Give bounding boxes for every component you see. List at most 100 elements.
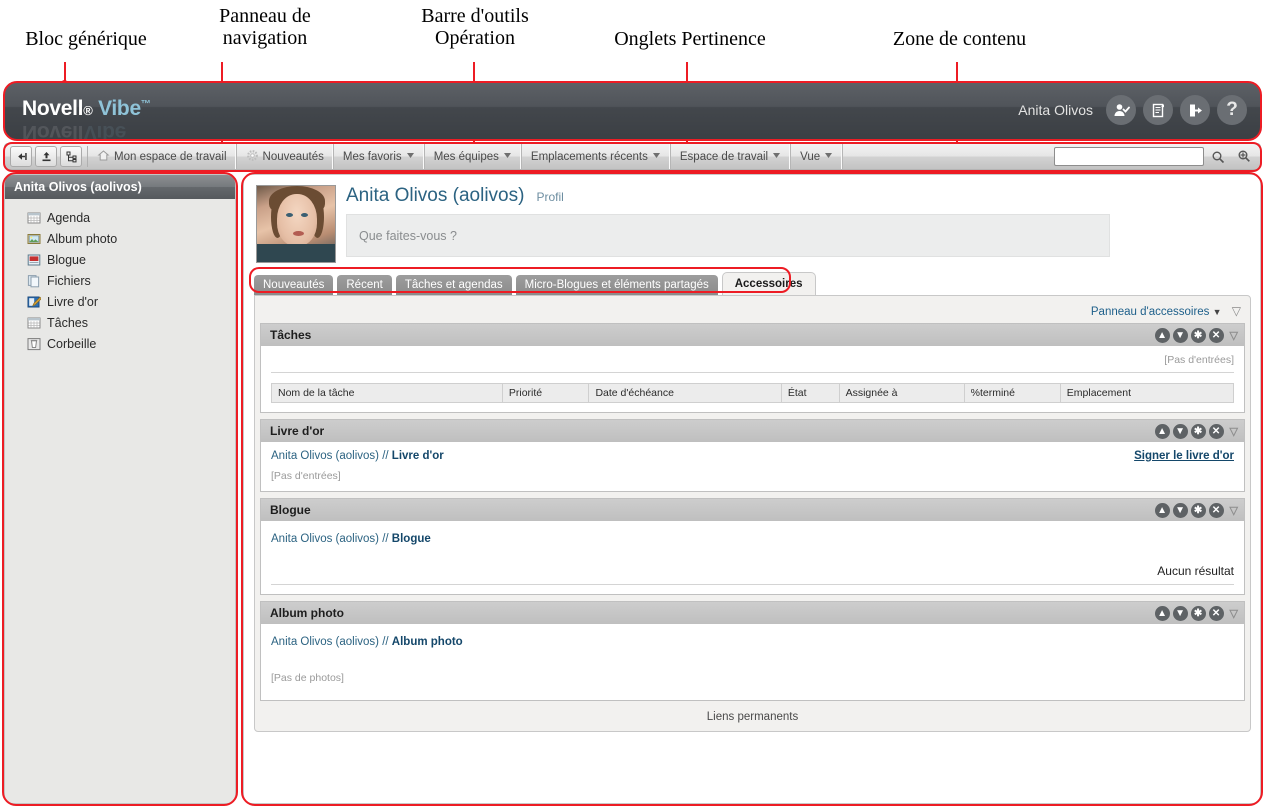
move-down-icon[interactable]: ▼ — [1172, 605, 1188, 621]
configure-icon[interactable]: ✱ — [1190, 327, 1206, 343]
magnifier-icon[interactable] — [1206, 146, 1230, 167]
sidebar-item-agenda[interactable]: Agenda — [27, 207, 235, 228]
trash-icon — [27, 337, 41, 351]
tree-view-icon[interactable] — [60, 146, 82, 167]
collapse-caret-icon[interactable]: ▽ — [1232, 304, 1241, 318]
nav-item-mes-favoris[interactable]: Mes favoris — [334, 144, 425, 169]
breadcrumb[interactable]: Anita Olivos (aolivos) // Blogue — [271, 533, 431, 545]
configure-icon[interactable]: ✱ — [1190, 423, 1206, 439]
nav-item-vue[interactable]: Vue — [791, 144, 844, 169]
tab-recent[interactable]: Récent — [337, 275, 392, 295]
configure-icon[interactable]: ✱ — [1190, 502, 1206, 518]
nav-item-espace-de-travail[interactable]: Espace de travail — [671, 144, 792, 169]
profile-link[interactable]: Profil — [536, 190, 563, 204]
panel-title: Tâches — [270, 328, 312, 342]
accessories-panel-link[interactable]: Panneau d'accessoires — [1091, 306, 1210, 318]
chevron-down-icon — [824, 151, 833, 162]
panel-crumb-row: Anita Olivos (aolivos) // Livre d'or Sig… — [271, 450, 1234, 462]
move-down-icon[interactable]: ▼ — [1172, 423, 1188, 439]
sidebar-item-taches[interactable]: Tâches — [27, 312, 235, 333]
table-column-header: Priorité — [501, 383, 590, 403]
clipboard-arrow-icon[interactable] — [1143, 95, 1173, 125]
tab-accessoires[interactable]: Accessoires — [721, 272, 816, 295]
close-icon[interactable]: ✕ — [1208, 327, 1224, 343]
logo-vibe-text: Vibe — [98, 97, 141, 120]
move-up-icon[interactable]: ▲ — [1154, 423, 1170, 439]
tab-nouveautes[interactable]: Nouveautés — [254, 275, 334, 295]
chevron-down-icon — [652, 151, 661, 162]
breadcrumb-current: Album photo — [391, 636, 463, 648]
navbar-spacer — [843, 144, 1054, 169]
sidebar-item-fichiers[interactable]: Fichiers — [27, 270, 235, 291]
chevron-down-icon — [772, 151, 781, 162]
nav-label: Emplacements récents — [530, 150, 648, 163]
navigation-sidebar: Anita Olivos (aolivos) Agenda Album phot… — [4, 174, 236, 804]
photo-icon — [27, 232, 41, 246]
callout-bloc-generique: Bloc générique — [25, 28, 147, 50]
configure-icon[interactable]: ✱ — [1190, 605, 1206, 621]
move-down-icon[interactable]: ▼ — [1172, 502, 1188, 518]
nav-label: Vue — [800, 150, 821, 163]
logo-tm-mark: ™ — [140, 99, 151, 110]
guestbook-icon — [27, 295, 42, 309]
permalinks-label[interactable]: Liens permanents — [260, 711, 1245, 723]
search-input[interactable] — [1054, 147, 1204, 166]
move-up-icon[interactable]: ▲ — [1154, 327, 1170, 343]
collapse-caret-icon[interactable]: ▽ — [1230, 607, 1238, 620]
panel-title: Livre d'or — [270, 424, 325, 438]
logo-reflection-novell: Novell — [22, 121, 84, 140]
sidebar-title: Anita Olivos (aolivos) — [5, 175, 235, 199]
sidebar-item-livre-dor[interactable]: Livre d'or — [27, 291, 235, 312]
panel-empty-text: [Pas de photos] — [271, 672, 344, 684]
breadcrumb-current: Blogue — [391, 533, 431, 545]
nav-item-nouveautes[interactable]: Nouveautés — [237, 144, 334, 169]
user-check-icon[interactable] — [1106, 95, 1136, 125]
panel-taches: Tâches ▲ ▼ ✱ ✕ ▽ [Pas d'entrées] Nom de … — [260, 323, 1245, 413]
collapse-caret-icon[interactable]: ▽ — [1230, 425, 1238, 438]
breadcrumb-current: Livre d'or — [391, 450, 444, 462]
move-up-icon[interactable]: ▲ — [1154, 502, 1170, 518]
upload-icon[interactable] — [35, 146, 57, 167]
sidebar-item-label: Agenda — [47, 210, 91, 225]
table-column-header: Emplacement — [1059, 383, 1235, 403]
tab-taches-et-agendas[interactable]: Tâches et agendas — [395, 275, 512, 295]
table-column-header: %terminé — [963, 383, 1061, 403]
close-icon[interactable]: ✕ — [1208, 605, 1224, 621]
status-input[interactable]: Que faites-vous ? — [346, 214, 1110, 257]
panel-title: Album photo — [270, 606, 344, 620]
files-icon — [27, 274, 41, 288]
back-arrow-icon[interactable] — [10, 146, 32, 167]
sign-guestbook-link[interactable]: Signer le livre d'or — [1134, 450, 1234, 462]
sidebar-item-corbeille[interactable]: Corbeille — [27, 333, 235, 354]
panel-body: Anita Olivos (aolivos) // Album photo [P… — [261, 624, 1244, 700]
breadcrumb[interactable]: Anita Olivos (aolivos) // Livre d'or — [271, 450, 444, 462]
table-column-header: Assignée à — [838, 383, 965, 403]
chevron-down-icon[interactable]: ▼ — [1213, 307, 1222, 317]
sidebar-item-list: Agenda Album photo Blogue Fichiers Livre… — [5, 199, 235, 354]
logout-icon[interactable] — [1180, 95, 1210, 125]
close-icon[interactable]: ✕ — [1208, 423, 1224, 439]
sidebar-item-label: Livre d'or — [47, 294, 99, 309]
breadcrumb[interactable]: Anita Olivos (aolivos) // Album photo — [271, 636, 463, 648]
page-title: Anita Olivos (aolivos) Profil — [346, 185, 1260, 207]
nav-label: Mes équipes — [433, 150, 499, 163]
header-user-name: Anita Olivos — [1018, 102, 1093, 118]
move-up-icon[interactable]: ▲ — [1154, 605, 1170, 621]
magnifier-plus-icon[interactable] — [1232, 146, 1256, 167]
panel-body: Anita Olivos (aolivos) // Blogue Aucun r… — [261, 521, 1244, 594]
callout-barre-outils: Barre d'outils Opération — [421, 5, 529, 50]
nav-item-emplacements-recents[interactable]: Emplacements récents — [522, 144, 671, 169]
close-icon[interactable]: ✕ — [1208, 502, 1224, 518]
help-icon[interactable]: ? — [1217, 95, 1247, 125]
tab-micro-blogues[interactable]: Micro-Blogues et éléments partagés — [515, 275, 718, 295]
sidebar-item-album-photo[interactable]: Album photo — [27, 228, 235, 249]
panel-body: Anita Olivos (aolivos) // Livre d'or Sig… — [261, 442, 1244, 491]
table-column-header: État — [780, 383, 840, 403]
collapse-caret-icon[interactable]: ▽ — [1230, 504, 1238, 517]
move-down-icon[interactable]: ▼ — [1172, 327, 1188, 343]
collapse-caret-icon[interactable]: ▽ — [1230, 329, 1238, 342]
sidebar-item-blogue[interactable]: Blogue — [27, 249, 235, 270]
panel-album-photo: Album photo ▲ ▼ ✱ ✕ ▽ Anita Olivos (aoli… — [260, 601, 1245, 701]
nav-item-mes-equipes[interactable]: Mes équipes — [425, 144, 522, 169]
nav-item-mon-espace-de-travail[interactable]: Mon espace de travail — [88, 144, 237, 169]
